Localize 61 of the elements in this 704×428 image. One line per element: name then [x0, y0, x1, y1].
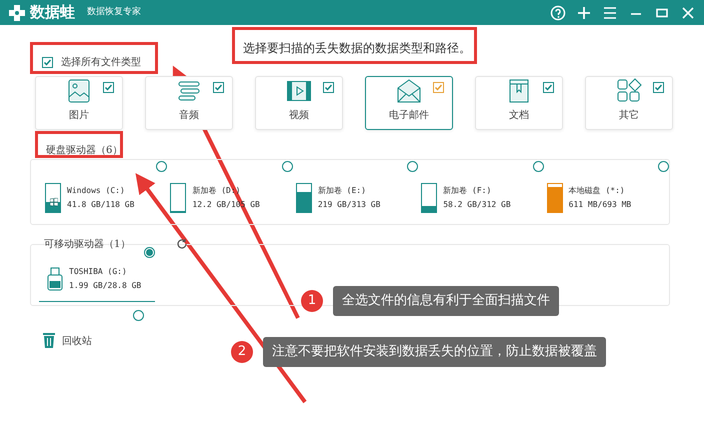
recycle-bin-label: 回收站 [62, 334, 92, 349]
drive-item[interactable]: 本地磁盘 (*:) 611 MB/693 MB [546, 160, 670, 224]
step-number: 1 [301, 290, 323, 312]
select-all-label: 选择所有文件类型 [61, 56, 141, 70]
drive-item[interactable]: TOSHIBA (G:) 1.99 GB/28.8 GB [39, 247, 155, 302]
drive-item[interactable]: Windows (C:) 41.8 GB/118 GB [45, 160, 168, 224]
callout-text: 全选文件的信息有利于全面扫描文件 [333, 286, 559, 316]
trash-icon [42, 332, 56, 349]
drive-usage: 58.2 GB/312 GB [443, 199, 511, 211]
plus-icon[interactable] [576, 4, 592, 20]
radio-button[interactable] [658, 161, 670, 172]
category-label: 电子邮件 [389, 108, 429, 123]
radio-button[interactable] [133, 310, 144, 321]
drive-usage: 219 GB/313 GB [318, 199, 380, 211]
callout-text: 注意不要把软件安装到数据丢失的位置，防止数据被覆盖 [263, 337, 606, 366]
section-title: 硬盘驱动器（6） [46, 144, 124, 157]
radio-button[interactable] [407, 161, 418, 172]
drive-usage: 611 MB/693 MB [568, 199, 632, 211]
category-label: 其它 [619, 108, 639, 123]
logo-icon [8, 4, 26, 22]
drive-name: 新加卷 (E:) [318, 185, 367, 197]
drive-name: Windows (C:) [67, 185, 126, 197]
drive-name: 本地磁盘 (*:) [568, 185, 626, 197]
category-card[interactable]: 其它 [585, 76, 673, 130]
menu-icon[interactable] [602, 4, 618, 20]
category-card[interactable]: 文档 [475, 76, 563, 130]
category-label: 文档 [509, 108, 529, 123]
checkbox[interactable] [323, 82, 334, 93]
radio-button[interactable] [144, 247, 155, 258]
drive-name: TOSHIBA (G:) [69, 266, 128, 278]
drive-usage: 1.99 GB/28.8 GB [69, 280, 142, 292]
category-card[interactable]: 音频 [145, 76, 233, 130]
refresh-icon[interactable] [176, 238, 188, 250]
category-card[interactable]: 视频 [255, 76, 343, 130]
drive-name: 新加卷 (F:) [443, 185, 492, 197]
drive-item[interactable]: 新加卷 (F:) 58.2 GB/312 GB [421, 160, 544, 224]
close-icon[interactable] [680, 4, 696, 20]
checkbox[interactable] [213, 82, 224, 93]
step-number: 2 [231, 340, 253, 363]
checkbox[interactable] [103, 82, 114, 93]
instruction-text: 选择要扫描的丢失数据的数据类型和路径。 [243, 40, 471, 57]
category-label: 视频 [289, 108, 309, 123]
drive-usage: 41.8 GB/118 GB [67, 199, 134, 211]
checkbox[interactable] [433, 82, 444, 93]
radio-button[interactable] [156, 161, 168, 172]
app-subtitle: 数据恢复专家 [87, 6, 141, 19]
help-icon[interactable] [550, 4, 566, 20]
usb-drive-icon [47, 267, 63, 291]
checkbox[interactable] [653, 82, 664, 93]
radio-button[interactable] [282, 161, 293, 172]
recycle-bin-item[interactable]: 回收站 [42, 310, 144, 349]
category-card[interactable]: 电子邮件 [365, 76, 453, 130]
drive-item[interactable]: 新加卷 (E:) 219 GB/313 GB [296, 160, 418, 224]
checkbox[interactable] [543, 82, 554, 93]
category-card[interactable]: 图片 [35, 76, 123, 130]
category-label: 音频 [179, 108, 199, 123]
envelope-icon [395, 77, 423, 105]
category-label: 图片 [69, 108, 89, 123]
checkbox[interactable] [42, 57, 53, 68]
app-name: 数据蛙 [30, 2, 75, 24]
radio-button[interactable] [532, 161, 544, 172]
